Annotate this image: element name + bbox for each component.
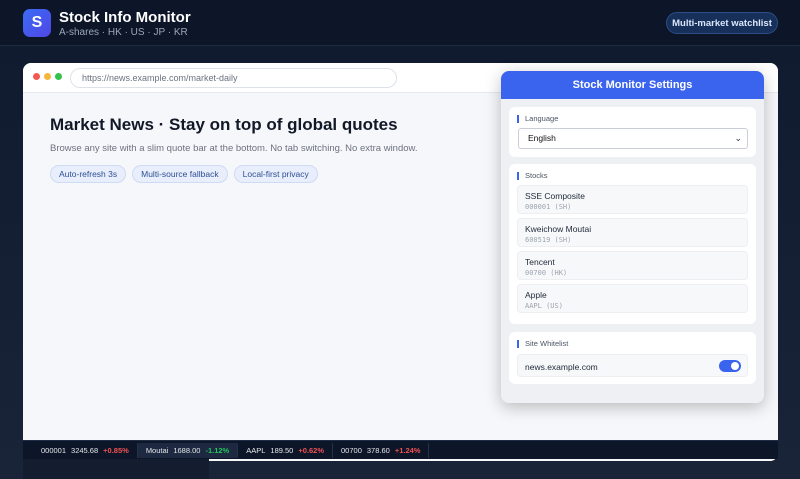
minimize-window-icon[interactable] bbox=[44, 73, 51, 80]
multi-market-watchlist-button[interactable]: Multi-market watchlist bbox=[666, 12, 778, 34]
stock-list-item[interactable]: SSE Composite 000001 (SH) bbox=[517, 185, 748, 214]
toggle-knob bbox=[731, 362, 739, 370]
app-header: S Stock Info Monitor A-shares · HK · US … bbox=[0, 0, 800, 46]
ticker-symbol: AAPL bbox=[246, 445, 266, 455]
stock-name: SSE Composite bbox=[525, 191, 585, 201]
site-whitelist-card: Site Whitelist news.example.com bbox=[509, 332, 756, 384]
app-title: Stock Info Monitor bbox=[59, 9, 191, 26]
ticker-item[interactable]: 000001 3245.68 +0.85% bbox=[33, 442, 138, 458]
ticker-price: 1688.00 bbox=[173, 445, 201, 455]
status-strip bbox=[23, 459, 209, 479]
stock-monitor-settings-panel: Stock Monitor Settings Language English … bbox=[501, 71, 764, 403]
feature-chip: Multi-source fallback bbox=[132, 165, 228, 183]
language-card: Language English ⌄ bbox=[509, 107, 756, 157]
language-selected-value: English bbox=[528, 133, 556, 143]
stock-name: Apple bbox=[525, 290, 547, 300]
stock-list-item[interactable]: Apple AAPL (US) bbox=[517, 284, 748, 313]
ticker-symbol: Moutai bbox=[145, 445, 169, 455]
ticker-item[interactable]: 00700 378.60 +1.24% bbox=[333, 442, 430, 458]
whitelist-site-row: news.example.com bbox=[517, 354, 748, 377]
language-select[interactable]: English ⌄ bbox=[518, 128, 748, 149]
stock-code: 000001 (SH) bbox=[525, 203, 572, 211]
language-label: Language bbox=[517, 115, 558, 123]
maximize-window-icon[interactable] bbox=[55, 73, 62, 80]
ticker-item[interactable]: Moutai 1688.00 -1.12% bbox=[137, 442, 239, 458]
chevron-down-icon: ⌄ bbox=[734, 133, 742, 143]
whitelist-site-name: news.example.com bbox=[525, 362, 598, 372]
stock-code: 600519 (SH) bbox=[525, 236, 572, 244]
app-subtitle: A-shares · HK · US · JP · KR bbox=[59, 27, 188, 38]
whitelist-toggle[interactable] bbox=[719, 360, 741, 372]
stocks-card: Stocks SSE Composite 000001 (SH) Kweicho… bbox=[509, 164, 756, 324]
ticker-symbol: 000001 bbox=[41, 445, 67, 455]
ticker-change: +0.85% bbox=[103, 445, 129, 455]
page-title: Market News · Stay on top of global quot… bbox=[50, 115, 398, 134]
stock-code: 00700 (HK) bbox=[525, 269, 568, 277]
stock-name: Tencent bbox=[525, 257, 555, 267]
close-window-icon[interactable] bbox=[33, 73, 40, 80]
page-description: Browse any site with a slim quote bar at… bbox=[50, 143, 418, 154]
ticker-price: 378.60 bbox=[366, 445, 390, 455]
stock-list-item[interactable]: Kweichow Moutai 600519 (SH) bbox=[517, 218, 748, 247]
ticker-change: +1.24% bbox=[394, 445, 421, 455]
address-bar[interactable]: https://news.example.com/market-daily bbox=[70, 68, 397, 88]
quote-ticker-bar: 000001 3245.68 +0.85% Moutai 1688.00 -1.… bbox=[23, 440, 778, 459]
site-whitelist-label: Site Whitelist bbox=[517, 340, 568, 348]
stocks-label: Stocks bbox=[517, 172, 548, 180]
ticker-change: -1.12% bbox=[205, 445, 230, 455]
app-logo-icon: S bbox=[23, 9, 51, 37]
feature-chip: Auto-refresh 3s bbox=[50, 165, 127, 183]
feature-chips: Auto-refresh 3s Multi-source fallback Lo… bbox=[50, 165, 318, 183]
settings-title: Stock Monitor Settings bbox=[501, 71, 764, 99]
ticker-symbol: 00700 bbox=[341, 445, 362, 455]
stock-code: AAPL (US) bbox=[525, 302, 563, 310]
stock-list-item[interactable]: Tencent 00700 (HK) bbox=[517, 251, 748, 280]
ticker-price: 3245.68 bbox=[71, 445, 99, 455]
ticker-change: +0.62% bbox=[298, 445, 325, 455]
ticker-price: 189.50 bbox=[270, 445, 294, 455]
feature-chip: Local-first privacy bbox=[233, 165, 318, 183]
ticker-item[interactable]: AAPL 189.50 +0.62% bbox=[238, 442, 334, 458]
stock-name: Kweichow Moutai bbox=[525, 224, 592, 234]
